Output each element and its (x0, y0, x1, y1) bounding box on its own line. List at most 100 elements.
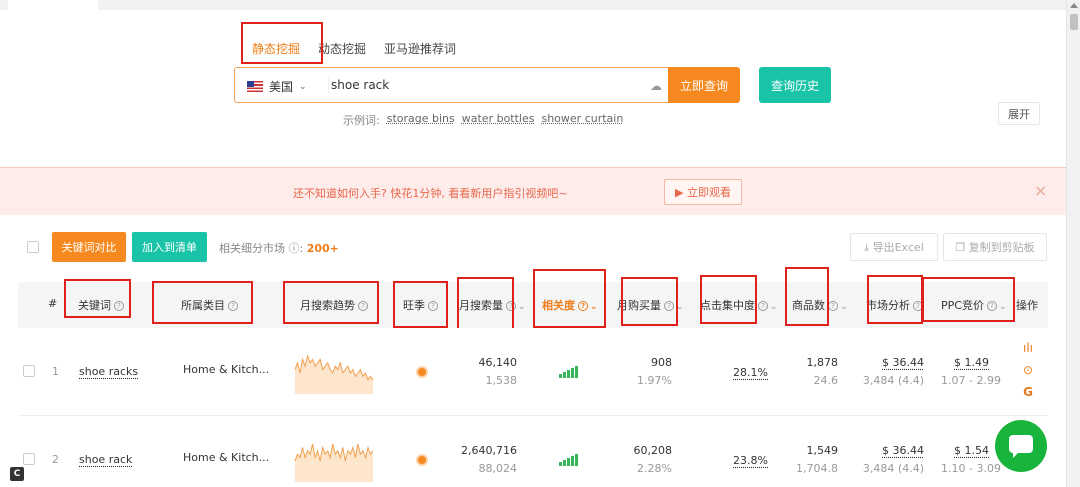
ppc-range: 1.07 - 2.99 (941, 374, 1001, 387)
copy-icon: ❐ (955, 241, 969, 254)
help-icon[interactable]: ? (114, 301, 124, 311)
relevance-bars (559, 454, 578, 466)
divider (328, 78, 329, 94)
search-history-button[interactable]: 查询历史 (759, 67, 831, 103)
market-price[interactable]: $ 36.44 (882, 356, 924, 369)
scroll-up-icon[interactable] (1070, 3, 1078, 8)
col-search-volume[interactable]: 月搜索量? ⌄ (459, 297, 526, 313)
col-keyword[interactable]: 关键词? (78, 297, 124, 313)
example-keywords: 示例词: storage bins water bottles shower c… (343, 112, 623, 128)
help-icon[interactable]: ? (828, 301, 838, 311)
tab-amazon-recommend[interactable]: 亚马逊推荐词 (384, 40, 456, 57)
col-ppc[interactable]: PPC竞价? ⌄ (941, 297, 1007, 313)
export-excel-button[interactable]: ⤓ 导出Excel (850, 233, 938, 261)
help-icon[interactable]: ? (228, 301, 238, 311)
row-checkbox[interactable] (23, 365, 35, 377)
scroll-thumb[interactable] (1070, 14, 1078, 30)
sort-icon[interactable]: ⌄ (676, 302, 684, 312)
browser-tab[interactable] (8, 0, 98, 10)
search-submit-button[interactable]: 立即查询 (668, 67, 740, 103)
help-icon[interactable]: ? (664, 301, 674, 311)
search-input[interactable] (331, 74, 631, 96)
copy-clipboard-button[interactable]: ❐ 复制到剪贴板 (943, 233, 1047, 261)
col-index: # (48, 297, 58, 310)
search-volume: 2,640,716 (461, 444, 517, 457)
banner-message: 还不知道如何入手? 快花1分钟, 看看新用户指引视频吧~ (293, 187, 568, 200)
market-sub: 3,484 (4.4) (862, 374, 924, 387)
help-icon[interactable]: ? (578, 301, 588, 311)
tab-static-mining[interactable]: 静态挖掘 (252, 40, 300, 57)
extension-c-icon[interactable]: C (10, 467, 24, 481)
chat-icon (1009, 435, 1033, 458)
related-label: 相关细分市场 (219, 242, 285, 255)
export-label: 导出Excel (872, 241, 924, 254)
col-products[interactable]: 商品数? ⌄ (792, 297, 848, 313)
purchase-rate: 1.97% (637, 374, 672, 387)
examples-label: 示例词: (343, 114, 380, 127)
col-category[interactable]: 所属类目? (181, 297, 238, 313)
help-icon[interactable]: ? (506, 301, 516, 311)
sort-icon[interactable]: ⌄ (999, 302, 1007, 312)
col-relevance[interactable]: 相关度? ⌄ (542, 297, 598, 313)
ppc-range: 1.10 - 3.09 (941, 462, 1001, 475)
example-keyword[interactable]: storage bins (387, 112, 455, 128)
sort-icon[interactable]: ⌄ (770, 302, 778, 312)
click-share[interactable]: 23.8% (733, 454, 768, 467)
trend-sparkline[interactable] (294, 348, 376, 396)
ppc-bid[interactable]: $ 1.54 (954, 444, 989, 457)
mining-tabs: 静态挖掘 动态挖掘 亚马逊推荐词 (252, 40, 456, 57)
keyword-link[interactable]: shoe rack (79, 453, 132, 466)
help-icon[interactable]: ? (913, 301, 923, 311)
download-icon: ⤓ (864, 241, 873, 254)
help-icon[interactable]: ? (428, 301, 438, 311)
product-ratio: 1,704.8 (796, 462, 838, 475)
sort-icon[interactable]: ⌄ (590, 302, 598, 312)
country-label: 美国 (269, 80, 294, 94)
example-keyword[interactable]: water bottles (462, 112, 535, 128)
help-icon[interactable]: ⓘ (289, 242, 300, 255)
season-dot (418, 456, 426, 464)
country-select[interactable]: 美国 ⌄ (247, 78, 307, 95)
keyword-compare-button[interactable]: 关键词对比 (52, 232, 126, 262)
chat-button[interactable] (995, 420, 1047, 472)
search-volume-sub: 1,538 (485, 374, 518, 387)
keyword-link[interactable]: shoe racks (79, 365, 138, 378)
help-icon[interactable]: ? (358, 301, 368, 311)
category: Home & Kitch... (183, 363, 270, 376)
help-icon[interactable]: ? (758, 301, 768, 311)
close-icon[interactable]: × (1034, 181, 1047, 200)
purchases: 908 (651, 356, 672, 369)
search-bar: 美国 ⌄ ☁ (234, 67, 668, 103)
expand-button[interactable]: 展开 (998, 102, 1040, 125)
table-row[interactable]: 2 shoe rack Home & Kitch... 2,640,716 88… (18, 416, 1048, 487)
ppc-bid[interactable]: $ 1.49 (954, 356, 989, 369)
watch-video-button[interactable]: ▶ 立即观看 (664, 179, 742, 205)
upload-cloud-icon[interactable]: ☁ (650, 79, 662, 93)
sort-icon[interactable]: ⌄ (840, 302, 848, 312)
category: Home & Kitch... (183, 451, 270, 464)
col-season[interactable]: 旺季? (403, 297, 438, 313)
sort-icon[interactable]: ⌄ (518, 302, 526, 312)
table-row[interactable]: 1 shoe racks Home & Kitch... 46,140 1,53… (18, 328, 1048, 416)
help-icon[interactable]: ? (986, 301, 997, 311)
col-purchases[interactable]: 月购买量? ⌄ (617, 297, 684, 313)
purchases: 60,208 (633, 444, 673, 457)
select-all-checkbox[interactable] (27, 241, 39, 253)
row-checkbox[interactable] (23, 453, 35, 465)
market-price[interactable]: $ 36.44 (882, 444, 924, 457)
add-to-list-button[interactable]: 加入到清单 (132, 232, 207, 262)
click-share[interactable]: 28.1% (733, 366, 768, 379)
page-scrollbar[interactable] (1066, 0, 1080, 487)
google-icon[interactable]: G (1023, 385, 1033, 399)
row-index: 1 (52, 365, 59, 378)
col-market[interactable]: 市场分析? (866, 297, 923, 313)
more-icon[interactable]: ⊙ (1023, 363, 1033, 377)
bar-chart-icon[interactable]: ılı (1023, 341, 1033, 355)
tab-dynamic-mining[interactable]: 动态挖掘 (318, 40, 366, 57)
col-click-share[interactable]: 点击集中度? ⌄ (700, 297, 778, 313)
col-trend[interactable]: 月搜索趋势? (300, 297, 368, 313)
trend-sparkline[interactable] (294, 436, 376, 484)
related-markets: 相关细分市场 ⓘ: 200+ (219, 242, 339, 255)
example-keyword[interactable]: shower curtain (541, 112, 623, 128)
search-volume: 46,140 (478, 356, 518, 369)
